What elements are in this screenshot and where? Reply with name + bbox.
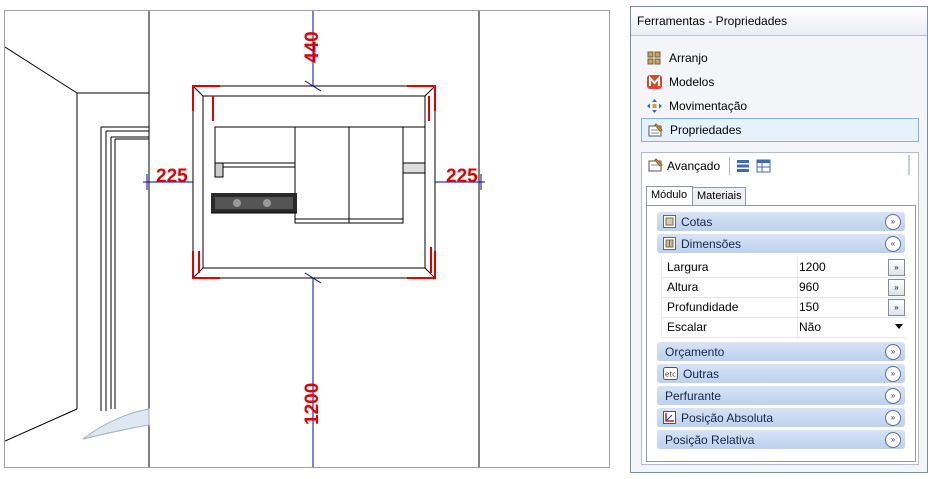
scroll-edge <box>908 155 910 175</box>
property-name: Profundidade <box>667 300 739 314</box>
properties-icon <box>648 123 663 137</box>
section-label: Cotas <box>681 215 713 229</box>
tab-label: Materiais <box>697 190 742 202</box>
chevron-down-icon[interactable]: » <box>885 388 901 404</box>
categorized-view-icon[interactable] <box>736 159 750 173</box>
panel-title: Ferramentas - Propriedades <box>637 14 788 28</box>
nav-item-arranjo[interactable]: Arranjo <box>641 47 917 69</box>
tab-content: Cotas » Dimensões « Largura 1200 » Altur… <box>646 205 916 462</box>
property-name: Escalar <box>667 320 708 334</box>
dropdown-arrow-icon[interactable] <box>895 324 903 329</box>
chevron-down-icon[interactable]: » <box>885 344 901 360</box>
section-posicao-relativa[interactable]: Posição Relativa » <box>657 430 905 449</box>
axes-icon <box>663 411 676 424</box>
advanced-header: Avançado <box>642 153 918 179</box>
chevron-down-icon[interactable]: » <box>885 214 901 230</box>
section-label: Posição Absoluta <box>681 411 774 425</box>
property-value: 960 <box>799 280 820 294</box>
property-row-largura: Largura 1200 » <box>661 257 905 277</box>
property-row-escalar: Escalar Não <box>661 317 905 337</box>
chevron-down-icon[interactable]: » <box>885 366 901 382</box>
chevron-down-icon[interactable]: » <box>885 432 901 448</box>
move-arrows-icon <box>647 99 662 113</box>
chevron-down-icon[interactable]: » <box>885 410 901 426</box>
property-name: Largura <box>667 260 709 274</box>
property-name: Altura <box>667 280 699 294</box>
property-value: 1200 <box>799 260 826 274</box>
nav-item-modelos[interactable]: Modelos <box>641 71 917 93</box>
drawing-canvas[interactable]: 440 225 225 1200 <box>5 11 609 467</box>
etc-icon: etc <box>663 367 678 380</box>
property-row-profundidade: Profundidade 150 » <box>661 297 905 317</box>
ruler-icon <box>663 215 676 228</box>
altura-input[interactable]: 960 » <box>797 278 905 296</box>
dimension-top-label: 440 <box>302 31 323 63</box>
section-posicao-absoluta[interactable]: Posição Absoluta » <box>657 408 905 427</box>
properties-panel: Ferramentas - Propriedades Arranjo Model… <box>630 6 928 473</box>
tab-materiais[interactable]: Materiais <box>692 187 746 207</box>
property-row-altura: Altura 960 » <box>661 277 905 297</box>
advanced-box: Avançado Módulo Materiais Cotas » Dimens… <box>641 152 919 465</box>
section-orcamento[interactable]: Orçamento » <box>657 342 905 361</box>
tab-label: Módulo <box>651 189 688 201</box>
property-value: 150 <box>799 300 820 314</box>
panel-title-bar: Ferramentas - Propriedades <box>631 7 927 36</box>
design-viewport[interactable]: 440 225 225 1200 <box>4 10 610 468</box>
profundidade-input[interactable]: 150 » <box>797 298 905 316</box>
section-label: Perfurante <box>665 389 722 403</box>
nav-label: Movimentação <box>669 99 748 113</box>
table-view-icon[interactable] <box>756 159 771 173</box>
section-label: Posição Relativa <box>665 433 755 447</box>
section-cotas[interactable]: Cotas » <box>657 212 905 231</box>
altura-more-button[interactable]: » <box>888 279 905 296</box>
door-swing <box>82 408 150 440</box>
advanced-label: Avançado <box>667 159 721 173</box>
section-label: Outras <box>683 367 720 381</box>
section-label: Dimensões <box>681 237 742 251</box>
section-outras[interactable]: etc Outras » <box>657 364 905 383</box>
dimension-bottom-label: 1200 <box>302 383 323 425</box>
m-logo-icon <box>647 75 662 89</box>
nav-item-propriedades[interactable]: Propriedades <box>641 118 919 142</box>
grid-icon <box>647 51 661 65</box>
largura-input[interactable]: 1200 » <box>797 258 905 276</box>
properties-icon <box>648 158 663 172</box>
section-label: Orçamento <box>665 345 725 359</box>
cooktop <box>211 193 297 214</box>
dimension-right-label: 225 <box>446 166 478 187</box>
svg-text:etc: etc <box>665 371 676 379</box>
nav-item-movimentacao[interactable]: Movimentação <box>641 95 917 117</box>
property-value: Não <box>799 320 822 334</box>
nav-label: Modelos <box>669 75 715 89</box>
nav-label: Arranjo <box>669 51 708 65</box>
nav-label: Propriedades <box>670 123 742 137</box>
dimensions-icon <box>663 237 676 250</box>
chevron-up-icon[interactable]: « <box>885 236 901 252</box>
dimension-left-label: 225 <box>156 166 188 187</box>
section-perfurante[interactable]: Perfurante » <box>657 386 905 405</box>
profundidade-more-button[interactable]: » <box>888 299 905 316</box>
largura-more-button[interactable]: » <box>888 259 905 276</box>
section-dimensoes[interactable]: Dimensões « <box>657 234 905 253</box>
tab-modulo[interactable]: Módulo <box>646 186 693 207</box>
escalar-select[interactable]: Não <box>797 318 905 335</box>
toolbar-separator <box>729 157 730 175</box>
